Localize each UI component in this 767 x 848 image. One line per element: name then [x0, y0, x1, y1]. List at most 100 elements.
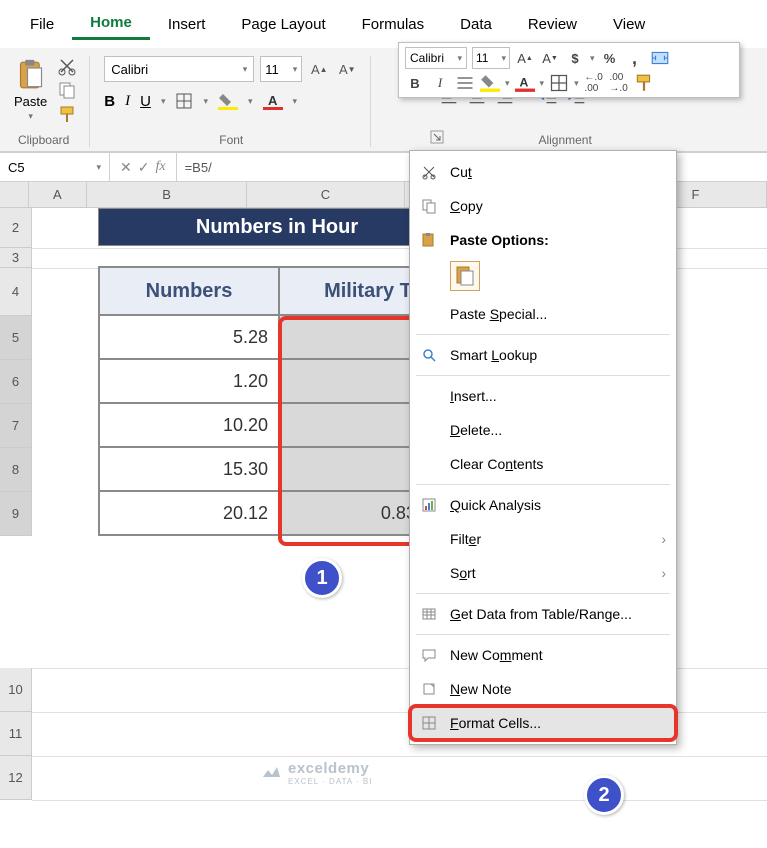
copy-icon[interactable]: [57, 80, 77, 100]
underline-button[interactable]: U: [140, 93, 151, 110]
context-menu: Cut Copy Paste Options: Paste Special...…: [409, 150, 677, 745]
mini-merge-icon[interactable]: [650, 48, 670, 68]
column-header-b[interactable]: B: [87, 182, 247, 207]
mini-percent-button[interactable]: %: [600, 48, 620, 68]
font-color-button[interactable]: A: [263, 92, 283, 110]
mini-format-painter-button[interactable]: [634, 73, 654, 93]
column-header-c[interactable]: C: [247, 182, 405, 207]
ctx-copy[interactable]: Copy: [410, 189, 676, 223]
borders-button[interactable]: [175, 92, 193, 110]
row-header-12[interactable]: 12: [0, 756, 32, 800]
ctx-paste-special[interactable]: Paste Special...: [410, 297, 676, 331]
ctx-cut[interactable]: Cut: [410, 155, 676, 189]
clipboard-icon: [421, 232, 437, 248]
ctx-clear-contents[interactable]: Clear Contents: [410, 447, 676, 481]
mini-decrease-decimal-button[interactable]: .00→.0: [609, 73, 629, 93]
select-all-corner[interactable]: [0, 182, 29, 207]
cell-b7[interactable]: 10.20: [99, 403, 279, 447]
mini-increase-font-button[interactable]: A▲: [515, 48, 535, 68]
cell-b6[interactable]: 1.20: [99, 359, 279, 403]
row-header-2[interactable]: 2: [0, 208, 32, 248]
font-size-select[interactable]: 11 ▾: [260, 56, 302, 82]
ctx-format-cells-label: Format Cells...: [450, 715, 666, 731]
decrease-font-size-button[interactable]: A▼: [336, 58, 358, 80]
paste-label: Paste: [14, 94, 47, 109]
mini-font-select[interactable]: Calibri▾: [405, 47, 467, 69]
tab-data[interactable]: Data: [442, 10, 510, 39]
tab-home[interactable]: Home: [72, 8, 150, 40]
row-header-8[interactable]: 8: [0, 448, 32, 492]
title-cell[interactable]: Numbers in Hour: [98, 208, 456, 246]
insert-function-button[interactable]: fx: [155, 159, 165, 175]
name-box[interactable]: C5 ▾: [0, 153, 110, 181]
row-header-10[interactable]: 10: [0, 668, 32, 712]
ctx-insert-label: Insert...: [450, 388, 666, 404]
ctx-paste-options-label: Paste Options:: [450, 232, 666, 248]
row-header-5[interactable]: 5: [0, 316, 32, 360]
cut-icon[interactable]: [57, 56, 77, 76]
paste-default-button[interactable]: [450, 261, 480, 291]
row-header-4[interactable]: 4: [0, 268, 32, 316]
ctx-separator: [416, 593, 670, 594]
ctx-get-data[interactable]: Get Data from Table/Range...: [410, 597, 676, 631]
row-header-7[interactable]: 7: [0, 404, 32, 448]
mini-borders-button[interactable]: [549, 73, 569, 93]
cell-b8[interactable]: 15.30: [99, 447, 279, 491]
mini-align-button[interactable]: [455, 73, 475, 93]
chevron-down-icon: ▾: [203, 96, 208, 107]
ctx-smart-lookup-label: Smart Lookup: [450, 347, 666, 363]
mini-comma-button[interactable]: ,: [625, 48, 645, 68]
column-header-a[interactable]: A: [29, 182, 88, 207]
ctx-new-note[interactable]: New Note: [410, 672, 676, 706]
ctx-quick-analysis[interactable]: Quick Analysis: [410, 488, 676, 522]
ctx-format-cells[interactable]: Format Cells...: [410, 706, 676, 740]
row-header-9[interactable]: 9: [0, 492, 32, 536]
cut-icon: [421, 164, 437, 180]
mini-italic-button[interactable]: I: [430, 73, 450, 93]
cell-b9[interactable]: 20.12: [99, 491, 279, 535]
format-painter-icon[interactable]: [57, 104, 77, 124]
ctx-paste-options-row: [410, 257, 676, 297]
tab-view[interactable]: View: [595, 10, 663, 39]
mini-size-select[interactable]: 11▾: [472, 47, 510, 69]
ctx-new-comment[interactable]: New Comment: [410, 638, 676, 672]
svg-text:A: A: [268, 93, 278, 108]
search-icon: [421, 347, 437, 363]
ctx-smart-lookup[interactable]: Smart Lookup: [410, 338, 676, 372]
tab-insert[interactable]: Insert: [150, 10, 224, 39]
mini-fill-color-button[interactable]: [480, 73, 500, 93]
row-header-6[interactable]: 6: [0, 360, 32, 404]
ctx-sort[interactable]: Sort ›: [410, 556, 676, 590]
row-header-11[interactable]: 11: [0, 712, 32, 756]
ctx-insert[interactable]: Insert...: [410, 379, 676, 413]
tab-review[interactable]: Review: [510, 10, 595, 39]
mini-increase-decimal-button[interactable]: ←.0.00: [584, 73, 604, 93]
tab-formulas[interactable]: Formulas: [344, 10, 443, 39]
enter-formula-button[interactable]: ✓: [138, 159, 150, 176]
chevron-down-icon: ▾: [28, 111, 33, 122]
increase-font-size-button[interactable]: A▲: [308, 58, 330, 80]
row-header-3[interactable]: 3: [0, 248, 32, 268]
paste-icon: [455, 265, 475, 287]
fill-color-button[interactable]: [218, 92, 238, 110]
mini-bold-button[interactable]: B: [405, 73, 425, 93]
ctx-separator: [416, 334, 670, 335]
cancel-formula-button[interactable]: ✕: [120, 159, 132, 176]
tab-file[interactable]: File: [12, 10, 72, 39]
mini-decrease-font-button[interactable]: A▼: [540, 48, 560, 68]
paste-button[interactable]: Paste ▾: [10, 56, 51, 124]
cell-b5[interactable]: 5.28: [99, 315, 279, 359]
tab-page-layout[interactable]: Page Layout: [223, 10, 343, 39]
data-table: Numbers Military T 5.28 1.20 10.20 15.30…: [98, 266, 458, 536]
mini-accounting-format-button[interactable]: $: [565, 48, 585, 68]
ctx-filter[interactable]: Filter ›: [410, 522, 676, 556]
bold-button[interactable]: B: [104, 93, 115, 110]
font-name-select[interactable]: Calibri ▾: [104, 56, 254, 82]
italic-button[interactable]: I: [125, 93, 130, 110]
ctx-delete[interactable]: Delete...: [410, 413, 676, 447]
font-dialog-launcher[interactable]: [430, 130, 444, 144]
font-size-value: 11: [265, 62, 279, 77]
header-numbers[interactable]: Numbers: [99, 267, 279, 315]
table-icon: [421, 606, 437, 622]
mini-font-color-button[interactable]: A: [515, 73, 535, 93]
